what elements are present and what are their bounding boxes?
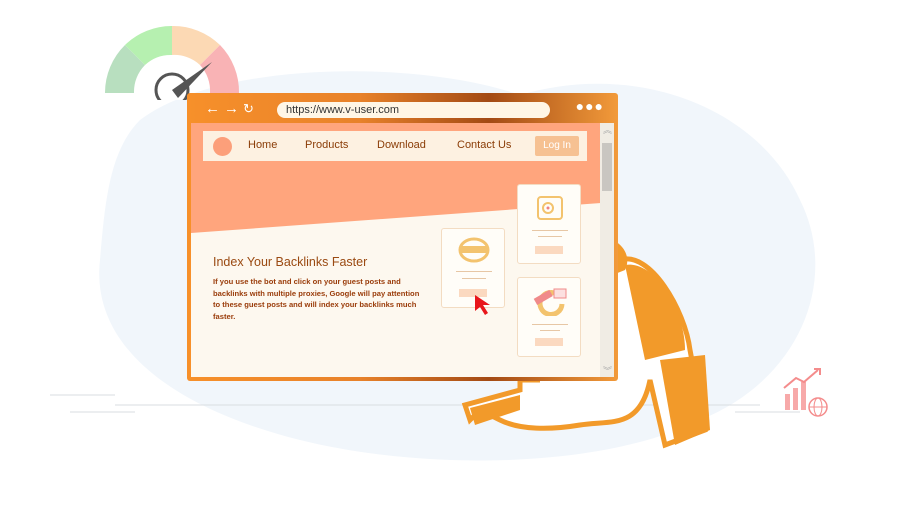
more-options-icon[interactable]: ●●● [576,98,604,114]
mouse-cursor-icon [475,295,490,315]
forward-arrow-icon[interactable]: → [224,100,239,117]
nav-download[interactable]: Download [377,139,426,151]
url-bar[interactable]: https://www.v-user.com [277,102,550,118]
site-logo [213,137,232,156]
badge-stamp-icon [458,237,490,263]
nav-home[interactable]: Home [248,139,277,151]
scrollbar-thumb[interactable] [602,143,612,191]
nav-contact[interactable]: Contact Us [457,139,511,151]
reload-icon[interactable]: ↻ [243,101,254,117]
browser-toolbar: ← → ↻ https://www.v-user.com ●●● [187,93,618,123]
safe-icon [537,196,563,220]
login-button[interactable]: Log In [535,136,579,156]
free-google-icon [533,288,567,316]
browser-window: ← → ↻ https://www.v-user.com ●●● Home Pr… [187,93,618,381]
scroll-down-icon[interactable]: ︾ [603,364,612,377]
scroll-up-icon[interactable]: ︽ [603,123,612,136]
hero-text: If you use the bot and click on your gue… [213,277,420,321]
scrollbar[interactable]: ︽ ︾ [600,123,614,377]
site-nav: Home Products Download Contact Us Log In [203,131,587,161]
growth-chart-globe-icon [783,368,828,417]
feature-card[interactable] [517,184,581,264]
speed-gauge-icon [104,25,240,100]
page-viewport: Home Products Download Contact Us Log In… [191,123,614,377]
back-arrow-icon[interactable]: ← [205,100,220,117]
nav-products[interactable]: Products [305,139,348,151]
feature-card[interactable] [517,277,581,357]
hero-title: Index Your Backlinks Faster [213,255,368,269]
